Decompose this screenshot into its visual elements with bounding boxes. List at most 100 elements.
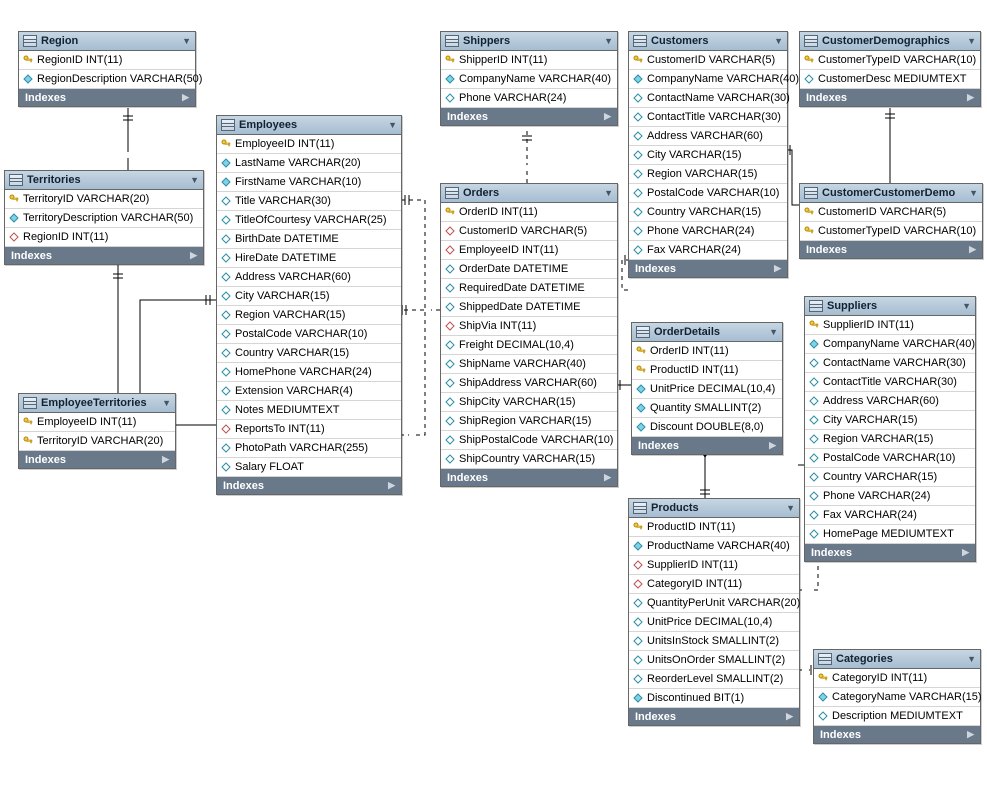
column-row[interactable]: Discount DOUBLE(8,0) — [632, 418, 782, 437]
collapse-icon[interactable]: ▼ — [604, 188, 613, 198]
column-row[interactable]: CompanyName VARCHAR(40) — [805, 335, 975, 354]
column-row[interactable]: EmployeeID INT(11) — [217, 135, 401, 154]
indexes-footer[interactable]: Indexes▶ — [800, 89, 980, 106]
column-row[interactable]: PostalCode VARCHAR(10) — [217, 325, 401, 344]
column-row[interactable]: ReportsTo INT(11) — [217, 420, 401, 439]
column-row[interactable]: UnitPrice DECIMAL(10,4) — [629, 613, 799, 632]
column-row[interactable]: ShipPostalCode VARCHAR(10) — [441, 431, 617, 450]
column-row[interactable]: Phone VARCHAR(24) — [805, 487, 975, 506]
column-row[interactable]: CustomerTypeID VARCHAR(10) — [800, 222, 982, 241]
column-row[interactable]: Notes MEDIUMTEXT — [217, 401, 401, 420]
column-row[interactable]: HomePhone VARCHAR(24) — [217, 363, 401, 382]
collapse-icon[interactable]: ▼ — [769, 327, 778, 337]
entity-customers[interactable]: Customers▼CustomerID VARCHAR(5)CompanyNa… — [628, 31, 788, 278]
column-row[interactable]: Quantity SMALLINT(2) — [632, 399, 782, 418]
column-row[interactable]: ProductID INT(11) — [632, 361, 782, 380]
column-row[interactable]: ShipCountry VARCHAR(15) — [441, 450, 617, 469]
indexes-footer[interactable]: Indexes▶ — [805, 544, 975, 561]
entity-header[interactable]: Categories▼ — [814, 650, 980, 669]
column-row[interactable]: ContactTitle VARCHAR(30) — [629, 108, 787, 127]
column-row[interactable]: Freight DECIMAL(10,4) — [441, 336, 617, 355]
column-row[interactable]: Description MEDIUMTEXT — [814, 707, 980, 726]
entity-custdemo[interactable]: CustomerDemographics▼CustomerTypeID VARC… — [799, 31, 981, 107]
expand-icon[interactable]: ▶ — [182, 92, 189, 103]
collapse-icon[interactable]: ▼ — [190, 175, 199, 185]
column-row[interactable]: Title VARCHAR(30) — [217, 192, 401, 211]
expand-icon[interactable]: ▶ — [967, 729, 974, 740]
column-row[interactable]: Country VARCHAR(15) — [629, 203, 787, 222]
column-row[interactable]: CategoryID INT(11) — [814, 669, 980, 688]
column-row[interactable]: ShipRegion VARCHAR(15) — [441, 412, 617, 431]
indexes-footer[interactable]: Indexes▶ — [19, 89, 195, 106]
column-row[interactable]: CustomerID VARCHAR(5) — [800, 203, 982, 222]
entity-orders[interactable]: Orders▼OrderID INT(11)CustomerID VARCHAR… — [440, 183, 618, 487]
column-row[interactable]: QuantityPerUnit VARCHAR(20) — [629, 594, 799, 613]
column-row[interactable]: SupplierID INT(11) — [629, 556, 799, 575]
column-row[interactable]: BirthDate DATETIME — [217, 230, 401, 249]
entity-header[interactable]: CustomerCustomerDemo▼ — [800, 184, 982, 203]
column-row[interactable]: EmployeeID INT(11) — [441, 241, 617, 260]
column-row[interactable]: UnitsInStock SMALLINT(2) — [629, 632, 799, 651]
column-row[interactable]: Address VARCHAR(60) — [217, 268, 401, 287]
collapse-icon[interactable]: ▼ — [967, 36, 976, 46]
expand-icon[interactable]: ▶ — [967, 92, 974, 103]
entity-header[interactable]: Suppliers▼ — [805, 297, 975, 316]
expand-icon[interactable]: ▶ — [774, 263, 781, 274]
column-row[interactable]: LastName VARCHAR(20) — [217, 154, 401, 173]
column-row[interactable]: Country VARCHAR(15) — [217, 344, 401, 363]
column-row[interactable]: Address VARCHAR(60) — [629, 127, 787, 146]
entity-header[interactable]: Shippers▼ — [441, 32, 617, 51]
column-row[interactable]: Fax VARCHAR(24) — [629, 241, 787, 260]
indexes-footer[interactable]: Indexes▶ — [19, 451, 175, 468]
column-row[interactable]: City VARCHAR(15) — [629, 146, 787, 165]
collapse-icon[interactable]: ▼ — [162, 398, 171, 408]
expand-icon[interactable]: ▶ — [969, 244, 976, 255]
column-row[interactable]: HireDate DATETIME — [217, 249, 401, 268]
column-row[interactable]: Phone VARCHAR(24) — [441, 89, 617, 108]
entity-header[interactable]: Products▼ — [629, 499, 799, 518]
column-row[interactable]: UnitPrice DECIMAL(10,4) — [632, 380, 782, 399]
indexes-footer[interactable]: Indexes▶ — [632, 437, 782, 454]
column-row[interactable]: CustomerID VARCHAR(5) — [441, 222, 617, 241]
entity-suppliers[interactable]: Suppliers▼SupplierID INT(11)CompanyName … — [804, 296, 976, 562]
column-row[interactable]: CategoryID INT(11) — [629, 575, 799, 594]
column-row[interactable]: ShipCity VARCHAR(15) — [441, 393, 617, 412]
column-row[interactable]: SupplierID INT(11) — [805, 316, 975, 335]
column-row[interactable]: Discontinued BIT(1) — [629, 689, 799, 708]
collapse-icon[interactable]: ▼ — [967, 654, 976, 664]
column-row[interactable]: Region VARCHAR(15) — [629, 165, 787, 184]
expand-icon[interactable]: ▶ — [162, 454, 169, 465]
expand-icon[interactable]: ▶ — [190, 250, 197, 261]
column-row[interactable]: Salary FLOAT — [217, 458, 401, 477]
indexes-footer[interactable]: Indexes▶ — [814, 726, 980, 743]
column-row[interactable]: ShipAddress VARCHAR(60) — [441, 374, 617, 393]
column-row[interactable]: TerritoryID VARCHAR(20) — [5, 190, 203, 209]
column-row[interactable]: ContactName VARCHAR(30) — [805, 354, 975, 373]
column-row[interactable]: ShippedDate DATETIME — [441, 298, 617, 317]
column-row[interactable]: FirstName VARCHAR(10) — [217, 173, 401, 192]
entity-header[interactable]: Region▼ — [19, 32, 195, 51]
column-row[interactable]: PostalCode VARCHAR(10) — [629, 184, 787, 203]
column-row[interactable]: CustomerID VARCHAR(5) — [629, 51, 787, 70]
entity-territories[interactable]: Territories▼TerritoryID VARCHAR(20)Terri… — [4, 170, 204, 265]
collapse-icon[interactable]: ▼ — [962, 301, 971, 311]
entity-categories[interactable]: Categories▼CategoryID INT(11)CategoryNam… — [813, 649, 981, 744]
column-row[interactable]: RegionDescription VARCHAR(50) — [19, 70, 195, 89]
column-row[interactable]: Address VARCHAR(60) — [805, 392, 975, 411]
column-row[interactable]: City VARCHAR(15) — [805, 411, 975, 430]
entity-header[interactable]: Employees▼ — [217, 116, 401, 135]
entity-employees[interactable]: Employees▼EmployeeID INT(11)LastName VAR… — [216, 115, 402, 495]
collapse-icon[interactable]: ▼ — [388, 120, 397, 130]
collapse-icon[interactable]: ▼ — [604, 36, 613, 46]
column-row[interactable]: EmployeeID INT(11) — [19, 413, 175, 432]
column-row[interactable]: ShipVia INT(11) — [441, 317, 617, 336]
indexes-footer[interactable]: Indexes▶ — [5, 247, 203, 264]
column-row[interactable]: City VARCHAR(15) — [217, 287, 401, 306]
collapse-icon[interactable]: ▼ — [969, 188, 978, 198]
entity-header[interactable]: Customers▼ — [629, 32, 787, 51]
column-row[interactable]: Region VARCHAR(15) — [805, 430, 975, 449]
column-row[interactable]: TerritoryID VARCHAR(20) — [19, 432, 175, 451]
expand-icon[interactable]: ▶ — [786, 711, 793, 722]
column-row[interactable]: PhotoPath VARCHAR(255) — [217, 439, 401, 458]
entity-header[interactable]: Orders▼ — [441, 184, 617, 203]
